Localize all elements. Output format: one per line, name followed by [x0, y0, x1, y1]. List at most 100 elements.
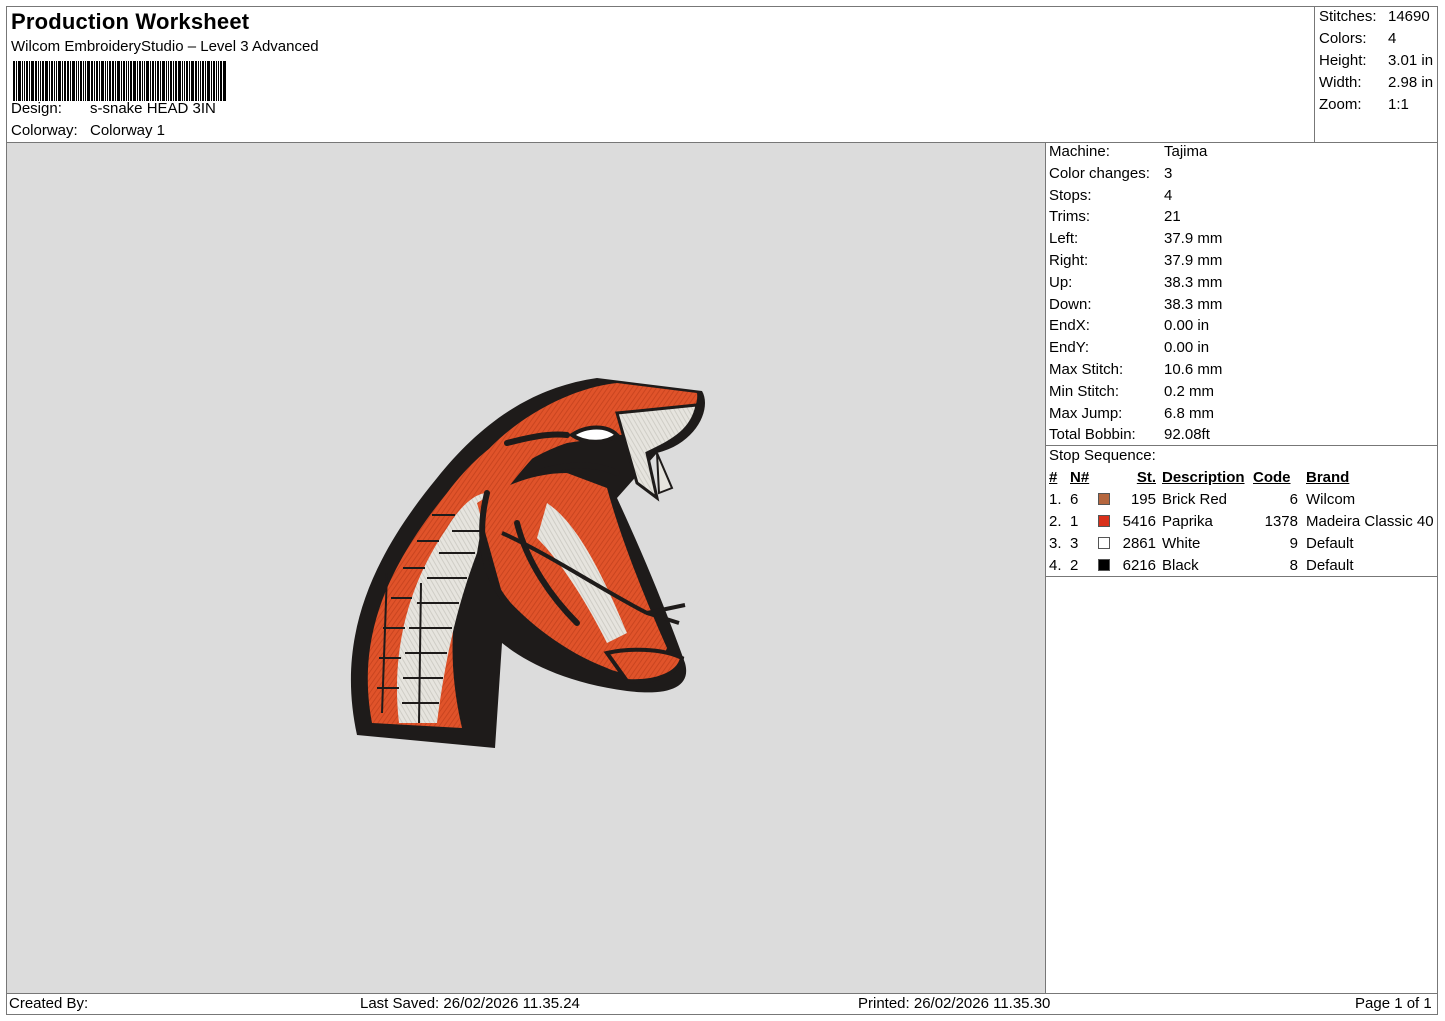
prop-row: Max Jump: 6.8 mm — [1049, 404, 1215, 422]
stop-sequence-table: # N# St. Description Code Brand 1. 6 195… — [1046, 467, 1434, 577]
summary-stitches: Stitches: 14690 — [1319, 8, 1430, 25]
barcode-bar — [178, 61, 181, 101]
barcode-bar — [99, 61, 100, 101]
prop-row: Down: 38.3 mm — [1049, 295, 1223, 313]
footer-created-by: Created By: — [9, 995, 89, 1012]
barcode-bar — [31, 61, 34, 101]
barcode-bar — [18, 61, 21, 101]
summary-height: Height: 3.01 in — [1319, 52, 1434, 69]
barcode-bar — [70, 61, 71, 101]
barcode-bar — [123, 61, 125, 101]
barcode-bar — [130, 61, 132, 101]
barcode-bar — [189, 61, 190, 101]
barcode-bar — [133, 61, 136, 101]
design-summary: Stitches: 14690 Colors: 4 Height: 3.01 in W… — [1319, 6, 1433, 116]
colorway-name: Colorway 1 — [90, 122, 166, 139]
barcode-bar — [139, 61, 141, 101]
barcode-bar — [144, 61, 145, 101]
barcode-bar — [211, 61, 212, 101]
table-row: 1. 6 195 Brick Red 6 Wilcom — [1049, 491, 1356, 508]
barcode-bar — [121, 61, 122, 101]
col-header-description: Description — [1162, 469, 1245, 486]
software-name: Wilcom EmbroideryStudio – Level 3 Advanc… — [11, 38, 319, 55]
barcode-bar — [109, 61, 111, 101]
barcode-bar — [62, 61, 63, 101]
prop-row: EndY: 0.00 in — [1049, 339, 1210, 357]
prop-row: Min Stitch: 0.2 mm — [1049, 382, 1215, 400]
barcode-bar — [80, 61, 82, 101]
prop-row: Total Bobbin: 92.08ft — [1049, 426, 1210, 444]
barcode-bar — [29, 61, 30, 101]
footer-page-number: Page 1 of 1 — [1355, 995, 1432, 1012]
design-row: Design: s-snake HEAD 3IN — [11, 100, 216, 117]
barcode-bar — [162, 61, 165, 101]
barcode-bar — [200, 61, 201, 101]
barcode-bar — [216, 61, 217, 101]
design-name: s-snake HEAD 3IN — [90, 100, 216, 117]
barcode-bar — [24, 61, 25, 101]
barcode-bar — [76, 61, 77, 101]
barcode-bar — [49, 61, 50, 101]
color-swatch — [1098, 559, 1110, 571]
barcode-bar — [94, 61, 95, 101]
design-preview-canvas[interactable] — [7, 143, 1045, 993]
col-header-brand: Brand — [1306, 469, 1350, 486]
barcode-bar — [220, 61, 222, 101]
barcode-bar — [157, 61, 159, 101]
table-row: 2. 1 5416 Paprika 1378 Madeira Classic 4… — [1049, 513, 1434, 530]
barcode-bar — [51, 61, 53, 101]
prop-row: Machine: Tajima — [1049, 143, 1208, 160]
col-header-index: # — [1049, 469, 1058, 486]
table-row: 4. 2 6216 Black 8 Default — [1049, 557, 1354, 574]
barcode-bar — [54, 61, 55, 101]
table-header-row: # N# St. Description Code Brand — [1046, 467, 1434, 489]
barcode-bar — [168, 61, 169, 101]
barcode-bar — [40, 61, 41, 101]
prop-row: Left: 37.9 mm — [1049, 230, 1223, 248]
barcode-bar — [105, 61, 106, 101]
colorway-row: Colorway: Colorway 1 — [11, 122, 165, 139]
barcode-bar — [126, 61, 127, 101]
footer-printed: Printed: 26/02/2026 11.35.30 — [858, 995, 1051, 1012]
barcode-bar — [152, 61, 154, 101]
barcode-bar — [16, 61, 17, 101]
barcode-bar — [175, 61, 177, 101]
barcode-bar — [137, 61, 138, 101]
barcode-bar — [184, 61, 185, 101]
prop-row: Up: 38.3 mm — [1049, 273, 1223, 291]
barcode-bar — [96, 61, 98, 101]
barcode-bar — [207, 61, 210, 101]
barcode-bar — [182, 61, 183, 101]
barcode-bar — [191, 61, 194, 101]
barcode-bar — [87, 61, 90, 101]
table-row: 3. 3 2861 White 9 Default — [1049, 535, 1354, 552]
color-swatch — [1098, 493, 1110, 505]
prop-row: Right: 37.9 mm — [1049, 251, 1223, 269]
barcode-bar — [13, 61, 15, 101]
barcode-bar — [205, 61, 206, 101]
prop-row: Max Stitch: 10.6 mm — [1049, 360, 1223, 378]
col-header-code: Code — [1253, 469, 1291, 486]
summary-zoom: Zoom: 1:1 — [1319, 96, 1409, 113]
barcode-bar — [186, 61, 188, 101]
barcode-bar — [83, 61, 84, 101]
barcode-bar — [142, 61, 143, 101]
barcode-bar — [223, 61, 226, 101]
divider — [1046, 576, 1438, 577]
colorway-label: Colorway: — [11, 122, 78, 139]
barcode-bar — [42, 61, 44, 101]
barcode-bar — [150, 61, 151, 101]
prop-row: Stops: 4 — [1049, 186, 1173, 204]
barcode-bar — [35, 61, 37, 101]
barcode-bar — [115, 61, 116, 101]
snake-head-embroidery-icon — [350, 378, 705, 748]
prop-row: Color changes: 3 — [1049, 164, 1173, 182]
machine-properties: Machine: Tajima Color changes: 3 Stops: 4 T… — [1049, 141, 1222, 446]
barcode — [13, 61, 324, 101]
color-swatch — [1098, 537, 1110, 549]
divider — [1046, 445, 1438, 446]
summary-width: Width: 2.98 in — [1319, 74, 1434, 91]
prop-row: Trims: 21 — [1049, 208, 1181, 226]
barcode-bar — [166, 61, 167, 101]
barcode-bar — [78, 61, 79, 101]
